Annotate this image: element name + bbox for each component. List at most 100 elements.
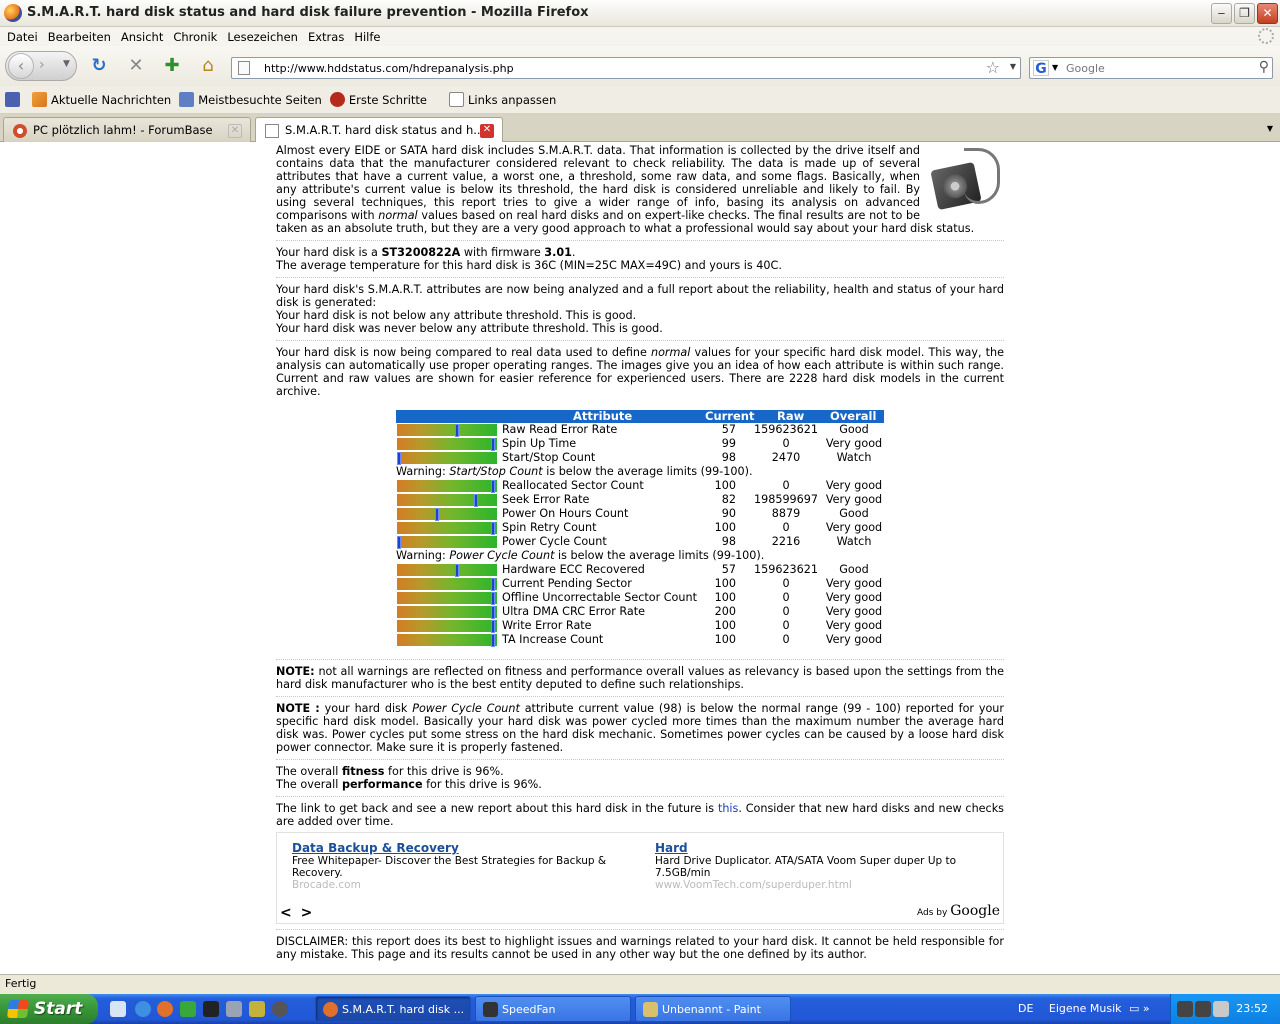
range-bar xyxy=(397,508,497,521)
task-firefox[interactable]: S.M.A.R.T. hard disk ... xyxy=(315,996,471,1022)
attribute-row: Start/Stop Count 98 2470 Watch xyxy=(396,451,884,465)
search-engine-dropdown-icon[interactable]: ▼ xyxy=(1052,63,1058,72)
tab-strip: PC plötzlich lahm! - ForumBase ✕ S.M.A.R… xyxy=(0,114,1280,143)
search-engine-icon[interactable]: G xyxy=(1033,60,1049,77)
ad-nav-arrows[interactable]: < > xyxy=(280,906,314,920)
current-value: 99 xyxy=(721,437,736,450)
quicklaunch-app4-icon[interactable] xyxy=(272,1001,288,1017)
menu-ansicht[interactable]: Ansicht xyxy=(116,30,168,44)
current-value: 57 xyxy=(721,423,736,436)
header-current: Current xyxy=(705,409,755,423)
start-button[interactable]: Start xyxy=(0,994,98,1024)
search-input[interactable] xyxy=(1064,60,1244,76)
bookmark-aktuelle-nachrichten[interactable]: Aktuelle Nachrichten xyxy=(32,92,171,107)
bookmark-erste-schritte[interactable]: Erste Schritte xyxy=(329,92,427,107)
range-bar xyxy=(397,578,497,591)
raw-value: 0 xyxy=(782,633,790,646)
quicklaunch-firefox-icon[interactable] xyxy=(157,1001,173,1017)
home-button[interactable]: ⌂ xyxy=(197,56,219,78)
attribute-name: Power Cycle Count xyxy=(502,535,607,548)
url-input[interactable] xyxy=(262,60,962,76)
menu-extras[interactable]: Extras xyxy=(303,30,349,44)
quicklaunch-steam-icon[interactable] xyxy=(203,1001,219,1017)
bookmark-links-anpassen[interactable]: Links anpassen xyxy=(449,92,556,107)
current-value: 100 xyxy=(714,633,736,646)
bookmark-meistbesuchte-seiten[interactable]: Meistbesuchte Seiten xyxy=(179,92,322,107)
tab-list-dropdown-icon[interactable]: ▼ xyxy=(1262,120,1278,138)
current-value: 100 xyxy=(714,591,736,604)
tray-volume-icon[interactable] xyxy=(1213,1001,1229,1017)
attribute-row: Offline Uncorrectable Sector Count 100 0 Ve… xyxy=(396,591,884,605)
attribute-name: Spin Up Time xyxy=(502,437,577,450)
language-indicator[interactable]: DE xyxy=(1018,1002,1033,1015)
menu-bearbeiten[interactable]: Bearbeiten xyxy=(43,30,116,44)
raw-value: 0 xyxy=(782,619,790,632)
value-marker xyxy=(491,522,495,535)
paint-icon xyxy=(643,1002,658,1017)
minimize-button[interactable]: ‒ xyxy=(1211,3,1232,24)
value-marker xyxy=(455,424,459,437)
bookmarks-manage-button[interactable] xyxy=(5,92,24,107)
menu-datei[interactable]: Datei xyxy=(2,30,43,44)
search-magnifier-icon[interactable]: ⚲ xyxy=(1259,59,1269,75)
tab-forumbase[interactable]: PC plötzlich lahm! - ForumBase ✕ xyxy=(3,117,251,142)
menu-lesezeichen[interactable]: Lesezeichen xyxy=(222,30,303,44)
clock[interactable]: 23:52 xyxy=(1236,1002,1268,1015)
tab-label: PC plötzlich lahm! - ForumBase xyxy=(33,123,213,137)
current-value: 100 xyxy=(714,521,736,534)
attribute-row: Ultra DMA CRC Error Rate 200 0 Very good xyxy=(396,605,884,619)
close-button[interactable]: ✕ xyxy=(1257,3,1278,24)
value-marker xyxy=(474,494,478,507)
bookmark-label: Meistbesuchte Seiten xyxy=(198,92,322,107)
raw-value: 198599697 xyxy=(753,493,819,506)
quicklaunch-app2-icon[interactable] xyxy=(226,1001,242,1017)
attribute-name: Spin Retry Count xyxy=(502,521,597,534)
quicklaunch-app3-icon[interactable] xyxy=(249,1001,265,1017)
quicklaunch-app-icon[interactable] xyxy=(180,1001,196,1017)
ad-data-backup[interactable]: Data Backup & Recovery Free Whitepaper- … xyxy=(292,841,632,891)
ad-hard[interactable]: Hard Hard Drive Duplicator. ATA/SATA Voo… xyxy=(655,841,995,891)
range-bar xyxy=(397,452,497,465)
firefox-icon[interactable] xyxy=(4,4,22,22)
range-bar xyxy=(397,620,497,633)
bookmarks-toolbar: Aktuelle Nachrichten Meistbesuchte Seite… xyxy=(0,86,1280,114)
ad-title[interactable]: Data Backup & Recovery xyxy=(292,841,632,855)
back-button[interactable]: ‹ xyxy=(8,53,34,79)
threshold-history-line: Your hard disk was never below any attri… xyxy=(276,322,663,335)
tray-app-icon[interactable] xyxy=(1195,1001,1211,1017)
stop-button[interactable]: ✕ xyxy=(125,56,147,78)
tab-smart-status[interactable]: S.M.A.R.T. hard disk status and h... ✕ xyxy=(255,117,503,143)
menu-chronik[interactable]: Chronik xyxy=(168,30,222,44)
forward-button[interactable]: › xyxy=(39,57,45,73)
search-bar[interactable]: G ▼ ⚲ xyxy=(1029,57,1273,79)
new-tab-button[interactable]: ✚ xyxy=(161,56,183,78)
ads-by-google[interactable]: Ads by Google xyxy=(917,904,1000,920)
navigation-toolbar: ‹ › ▼ ↻ ✕ ✚ ⌂ ☆ ▼ G ▼ ⚲ xyxy=(0,46,1280,86)
current-value: 98 xyxy=(721,535,736,548)
tray-steam-icon[interactable] xyxy=(1177,1001,1193,1017)
tab-close-icon[interactable]: ✕ xyxy=(228,124,242,138)
maximize-button[interactable]: ❐ xyxy=(1234,3,1255,24)
task-paint[interactable]: Unbenannt - Paint xyxy=(635,996,791,1022)
status-text: Fertig xyxy=(5,977,37,990)
attribute-name: Start/Stop Count xyxy=(502,451,596,464)
history-dropdown-icon[interactable]: ▼ xyxy=(63,59,70,69)
tab-close-icon[interactable]: ✕ xyxy=(480,124,494,138)
address-bar[interactable]: ☆ ▼ xyxy=(231,57,1021,79)
range-bar xyxy=(397,606,497,619)
attribute-row: Spin Retry Count 100 0 Very good xyxy=(396,521,884,535)
eigene-musik-toolbar[interactable]: Eigene Musik xyxy=(1049,1002,1122,1015)
task-speedfan[interactable]: SpeedFan xyxy=(475,996,631,1022)
quicklaunch-ie-icon[interactable] xyxy=(135,1001,151,1017)
reload-button[interactable]: ↻ xyxy=(88,56,110,78)
quicklaunch-desktop-icon[interactable] xyxy=(110,1001,126,1017)
current-value: 200 xyxy=(714,605,736,618)
page-content: Almost every EIDE or SATA hard disk incl… xyxy=(0,142,1280,974)
report-link[interactable]: this xyxy=(718,802,738,815)
note-power-cycle: NOTE : your hard disk Power Cycle Count … xyxy=(276,702,1004,754)
url-dropdown-icon[interactable]: ▼ xyxy=(1010,62,1016,71)
raw-value: 159623621 xyxy=(753,423,819,436)
menu-hilfe[interactable]: Hilfe xyxy=(349,30,385,44)
bookmark-star-icon[interactable]: ☆ xyxy=(986,58,1000,77)
ad-title[interactable]: Hard xyxy=(655,841,995,855)
